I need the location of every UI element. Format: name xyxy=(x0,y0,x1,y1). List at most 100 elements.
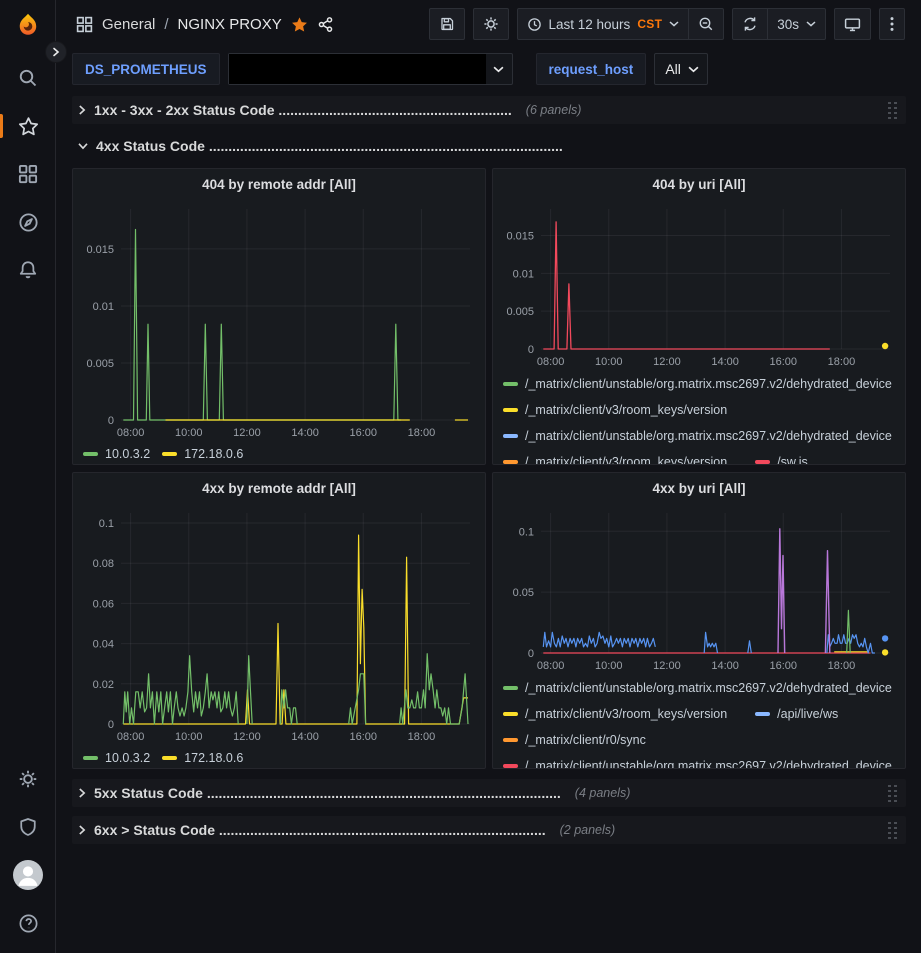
time-series-plot[interactable]: 08:0010:0012:0014:0016:0018:0000.050.1 xyxy=(493,503,905,675)
legend-item[interactable]: /_matrix/client/v3/room_keys/version xyxy=(503,449,727,464)
legend-swatch xyxy=(162,452,177,456)
row-drag-handle[interactable] xyxy=(887,785,898,802)
legend-label: /_matrix/client/unstable/org.matrix.msc2… xyxy=(525,675,892,701)
request-host-value: All xyxy=(665,61,681,77)
share-icon[interactable] xyxy=(317,16,334,33)
legend-swatch xyxy=(503,712,518,716)
dashboard-title[interactable]: NGINX PROXY xyxy=(178,16,282,33)
panel-header[interactable]: 404 by remote addr [All] xyxy=(73,169,485,199)
sidebar-item-alerting[interactable] xyxy=(0,246,56,294)
panel-title: 4xx by remote addr [All] xyxy=(202,481,356,496)
request-host-variable-dropdown[interactable]: All xyxy=(654,53,708,85)
legend-item[interactable]: /_matrix/client/v3/room_keys/version xyxy=(503,397,727,423)
legend-label: /_matrix/client/unstable/org.matrix.msc2… xyxy=(525,423,892,449)
sidebar-item-configuration[interactable] xyxy=(0,755,56,803)
legend-label: /_matrix/client/unstable/org.matrix.msc2… xyxy=(525,753,892,768)
legend-item[interactable]: 172.18.0.6 xyxy=(162,442,243,464)
panel-header[interactable]: 4xx by remote addr [All] xyxy=(73,473,485,503)
chevron-right-icon xyxy=(78,105,86,115)
svg-text:08:00: 08:00 xyxy=(117,731,145,743)
legend-item[interactable]: 10.0.3.2 xyxy=(83,746,150,768)
kebab-menu-icon xyxy=(890,16,894,32)
favorite-star-icon[interactable] xyxy=(291,16,308,33)
legend-item[interactable]: 10.0.3.2 xyxy=(83,442,150,464)
grafana-logo[interactable] xyxy=(0,0,55,50)
svg-text:0.04: 0.04 xyxy=(93,639,114,651)
dashboard-variables-bar: DS_PROMETHEUS request_host All xyxy=(56,48,921,90)
legend-item[interactable]: /sw.js xyxy=(755,449,808,464)
chevron-down-icon xyxy=(78,142,88,150)
more-options-button[interactable] xyxy=(879,8,905,40)
legend-item[interactable]: /_matrix/client/v3/room_keys/version xyxy=(503,701,727,727)
sidebar-item-explore[interactable] xyxy=(0,198,56,246)
cycle-view-mode-button[interactable] xyxy=(834,8,871,40)
zoom-out-time-button[interactable] xyxy=(689,8,724,40)
svg-text:16:00: 16:00 xyxy=(349,427,377,439)
sidebar xyxy=(0,0,56,953)
svg-text:0: 0 xyxy=(528,648,534,660)
gear-icon xyxy=(483,16,499,32)
row-5xx[interactable]: 5xx Status Code ........................… xyxy=(72,779,906,807)
time-series-plot[interactable]: 08:0010:0012:0014:0016:0018:0000.0050.01… xyxy=(73,199,485,442)
legend-item[interactable]: /_matrix/client/unstable/org.matrix.msc2… xyxy=(503,753,892,768)
svg-text:0.1: 0.1 xyxy=(519,526,534,538)
legend-label: 10.0.3.2 xyxy=(105,442,150,464)
legend-label: 172.18.0.6 xyxy=(184,746,243,768)
panel-4xx-by-remote-addr: 4xx by remote addr [All] 08:0010:0012:00… xyxy=(72,472,486,769)
svg-text:12:00: 12:00 xyxy=(233,427,261,439)
sidebar-item-dashboards[interactable] xyxy=(0,150,56,198)
svg-text:0.1: 0.1 xyxy=(99,518,114,530)
sidebar-expand-button[interactable] xyxy=(45,41,67,63)
legend-swatch xyxy=(83,756,98,760)
legend-label: /api/live/ws xyxy=(777,701,838,727)
row-title: 6xx > Status Code ......................… xyxy=(94,822,546,838)
svg-text:0.08: 0.08 xyxy=(93,558,114,570)
chevron-down-icon xyxy=(669,21,679,27)
sidebar-item-server-admin[interactable] xyxy=(0,803,56,851)
svg-text:12:00: 12:00 xyxy=(233,731,261,743)
chevron-down-icon xyxy=(493,66,504,73)
legend-swatch xyxy=(503,738,518,742)
row-4xx[interactable]: 4xx Status Code ........................… xyxy=(72,132,906,160)
svg-text:0.02: 0.02 xyxy=(93,679,114,691)
panel-header[interactable]: 404 by uri [All] xyxy=(493,169,905,199)
time-range-label: Last 12 hours xyxy=(549,17,631,32)
monitor-icon xyxy=(844,16,861,33)
row-drag-handle[interactable] xyxy=(887,822,898,839)
datasource-variable-dropdown[interactable] xyxy=(228,53,513,85)
legend-item[interactable]: /_matrix/client/unstable/org.matrix.msc2… xyxy=(503,423,892,449)
refresh-interval-picker[interactable]: 30s xyxy=(768,8,826,40)
refresh-button[interactable] xyxy=(732,8,768,40)
row-drag-handle[interactable] xyxy=(887,102,898,119)
legend-item[interactable]: /_matrix/client/unstable/org.matrix.msc2… xyxy=(503,675,892,701)
panel-header[interactable]: 4xx by uri [All] xyxy=(493,473,905,503)
legend-label: /sw.js xyxy=(777,449,808,464)
legend-item[interactable]: /_matrix/client/r0/sync xyxy=(503,727,646,753)
legend-label: /_matrix/client/unstable/org.matrix.msc2… xyxy=(525,371,892,397)
row-6xx[interactable]: 6xx > Status Code ......................… xyxy=(72,816,906,844)
svg-text:0.05: 0.05 xyxy=(513,587,534,599)
time-series-plot[interactable]: 08:0010:0012:0014:0016:0018:0000.020.040… xyxy=(73,503,485,746)
legend-item[interactable]: 172.18.0.6 xyxy=(162,746,243,768)
legend-item[interactable]: /_matrix/client/unstable/org.matrix.msc2… xyxy=(503,371,892,397)
time-range-picker[interactable]: Last 12 hours CST xyxy=(517,8,690,40)
panel-legend: /_matrix/client/unstable/org.matrix.msc2… xyxy=(493,371,905,464)
search-icon xyxy=(18,68,38,88)
datasource-variable-label[interactable]: DS_PROMETHEUS xyxy=(72,53,220,85)
row-title: 5xx Status Code ........................… xyxy=(94,785,561,801)
save-dashboard-button[interactable] xyxy=(429,8,465,40)
legend-item[interactable]: /api/live/ws xyxy=(755,701,838,727)
chevron-down-icon xyxy=(688,66,699,73)
sidebar-item-starred[interactable] xyxy=(0,102,56,150)
time-series-plot[interactable]: 08:0010:0012:0014:0016:0018:0000.0050.01… xyxy=(493,199,905,371)
request-host-variable-label[interactable]: request_host xyxy=(536,53,647,85)
svg-text:12:00: 12:00 xyxy=(653,356,681,368)
sidebar-item-profile[interactable] xyxy=(0,851,56,899)
row-1xx-3xx-2xx[interactable]: 1xx - 3xx - 2xx Status Code ............… xyxy=(72,96,906,124)
breadcrumb-section[interactable]: General xyxy=(102,16,155,33)
dashboard-settings-button[interactable] xyxy=(473,8,509,40)
refresh-icon xyxy=(742,16,758,32)
sidebar-item-help[interactable] xyxy=(0,899,56,947)
breadcrumb: General / NGINX PROXY xyxy=(76,16,334,33)
search-button[interactable] xyxy=(0,54,56,102)
